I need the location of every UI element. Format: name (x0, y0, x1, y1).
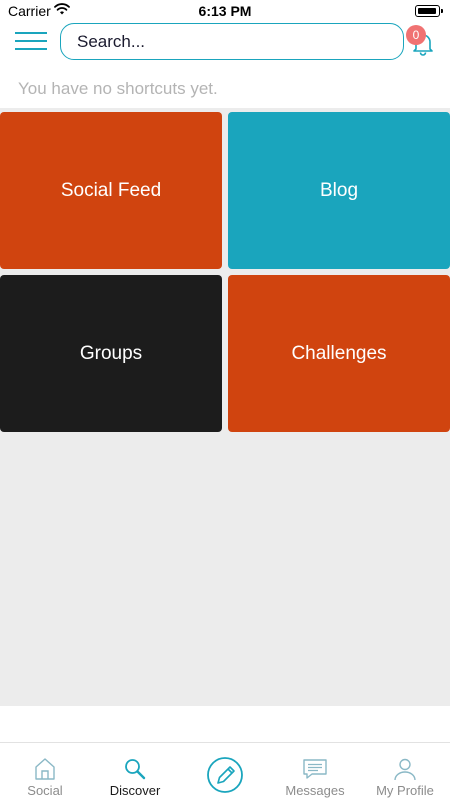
tab-bar: Social Discover Messages My Profile (0, 742, 450, 800)
tab-social[interactable]: Social (0, 743, 90, 800)
search-icon (125, 759, 146, 780)
tab-messages[interactable]: Messages (270, 743, 360, 800)
status-time: 6:13 PM (198, 3, 252, 19)
tab-discover[interactable]: Discover (90, 743, 180, 800)
notification-badge: 0 (406, 25, 426, 45)
tab-my-profile[interactable]: My Profile (360, 743, 450, 800)
tile-label: Blog (319, 179, 359, 201)
tab-label: My Profile (376, 783, 434, 798)
home-icon (35, 758, 55, 780)
tile-blog[interactable]: Blog (228, 112, 450, 269)
battery-icon (415, 5, 443, 17)
tile-challenges[interactable]: Challenges (228, 275, 450, 432)
search-input[interactable] (60, 23, 404, 60)
tile-label: Social Feed (60, 179, 162, 201)
compose-button[interactable] (180, 743, 270, 800)
tile-social-feed[interactable]: Social Feed (0, 112, 222, 269)
compose-icon (207, 757, 243, 793)
shortcut-grid: Social Feed Blog Groups Challenges (0, 108, 450, 706)
menu-button[interactable] (15, 32, 47, 52)
tile-groups[interactable]: Groups (0, 275, 222, 432)
messages-icon (303, 759, 327, 779)
tab-label: Discover (109, 783, 161, 798)
menu-icon (15, 32, 47, 34)
status-bar: Carrier 6:13 PM (0, 0, 450, 22)
tab-label: Messages (285, 783, 345, 798)
tile-label: Groups (79, 342, 143, 364)
tile-label: Challenges (291, 342, 387, 364)
profile-icon (394, 758, 416, 781)
tab-label: Social (27, 783, 63, 798)
no-shortcuts-message: You have no shortcuts yet. (18, 79, 218, 98)
